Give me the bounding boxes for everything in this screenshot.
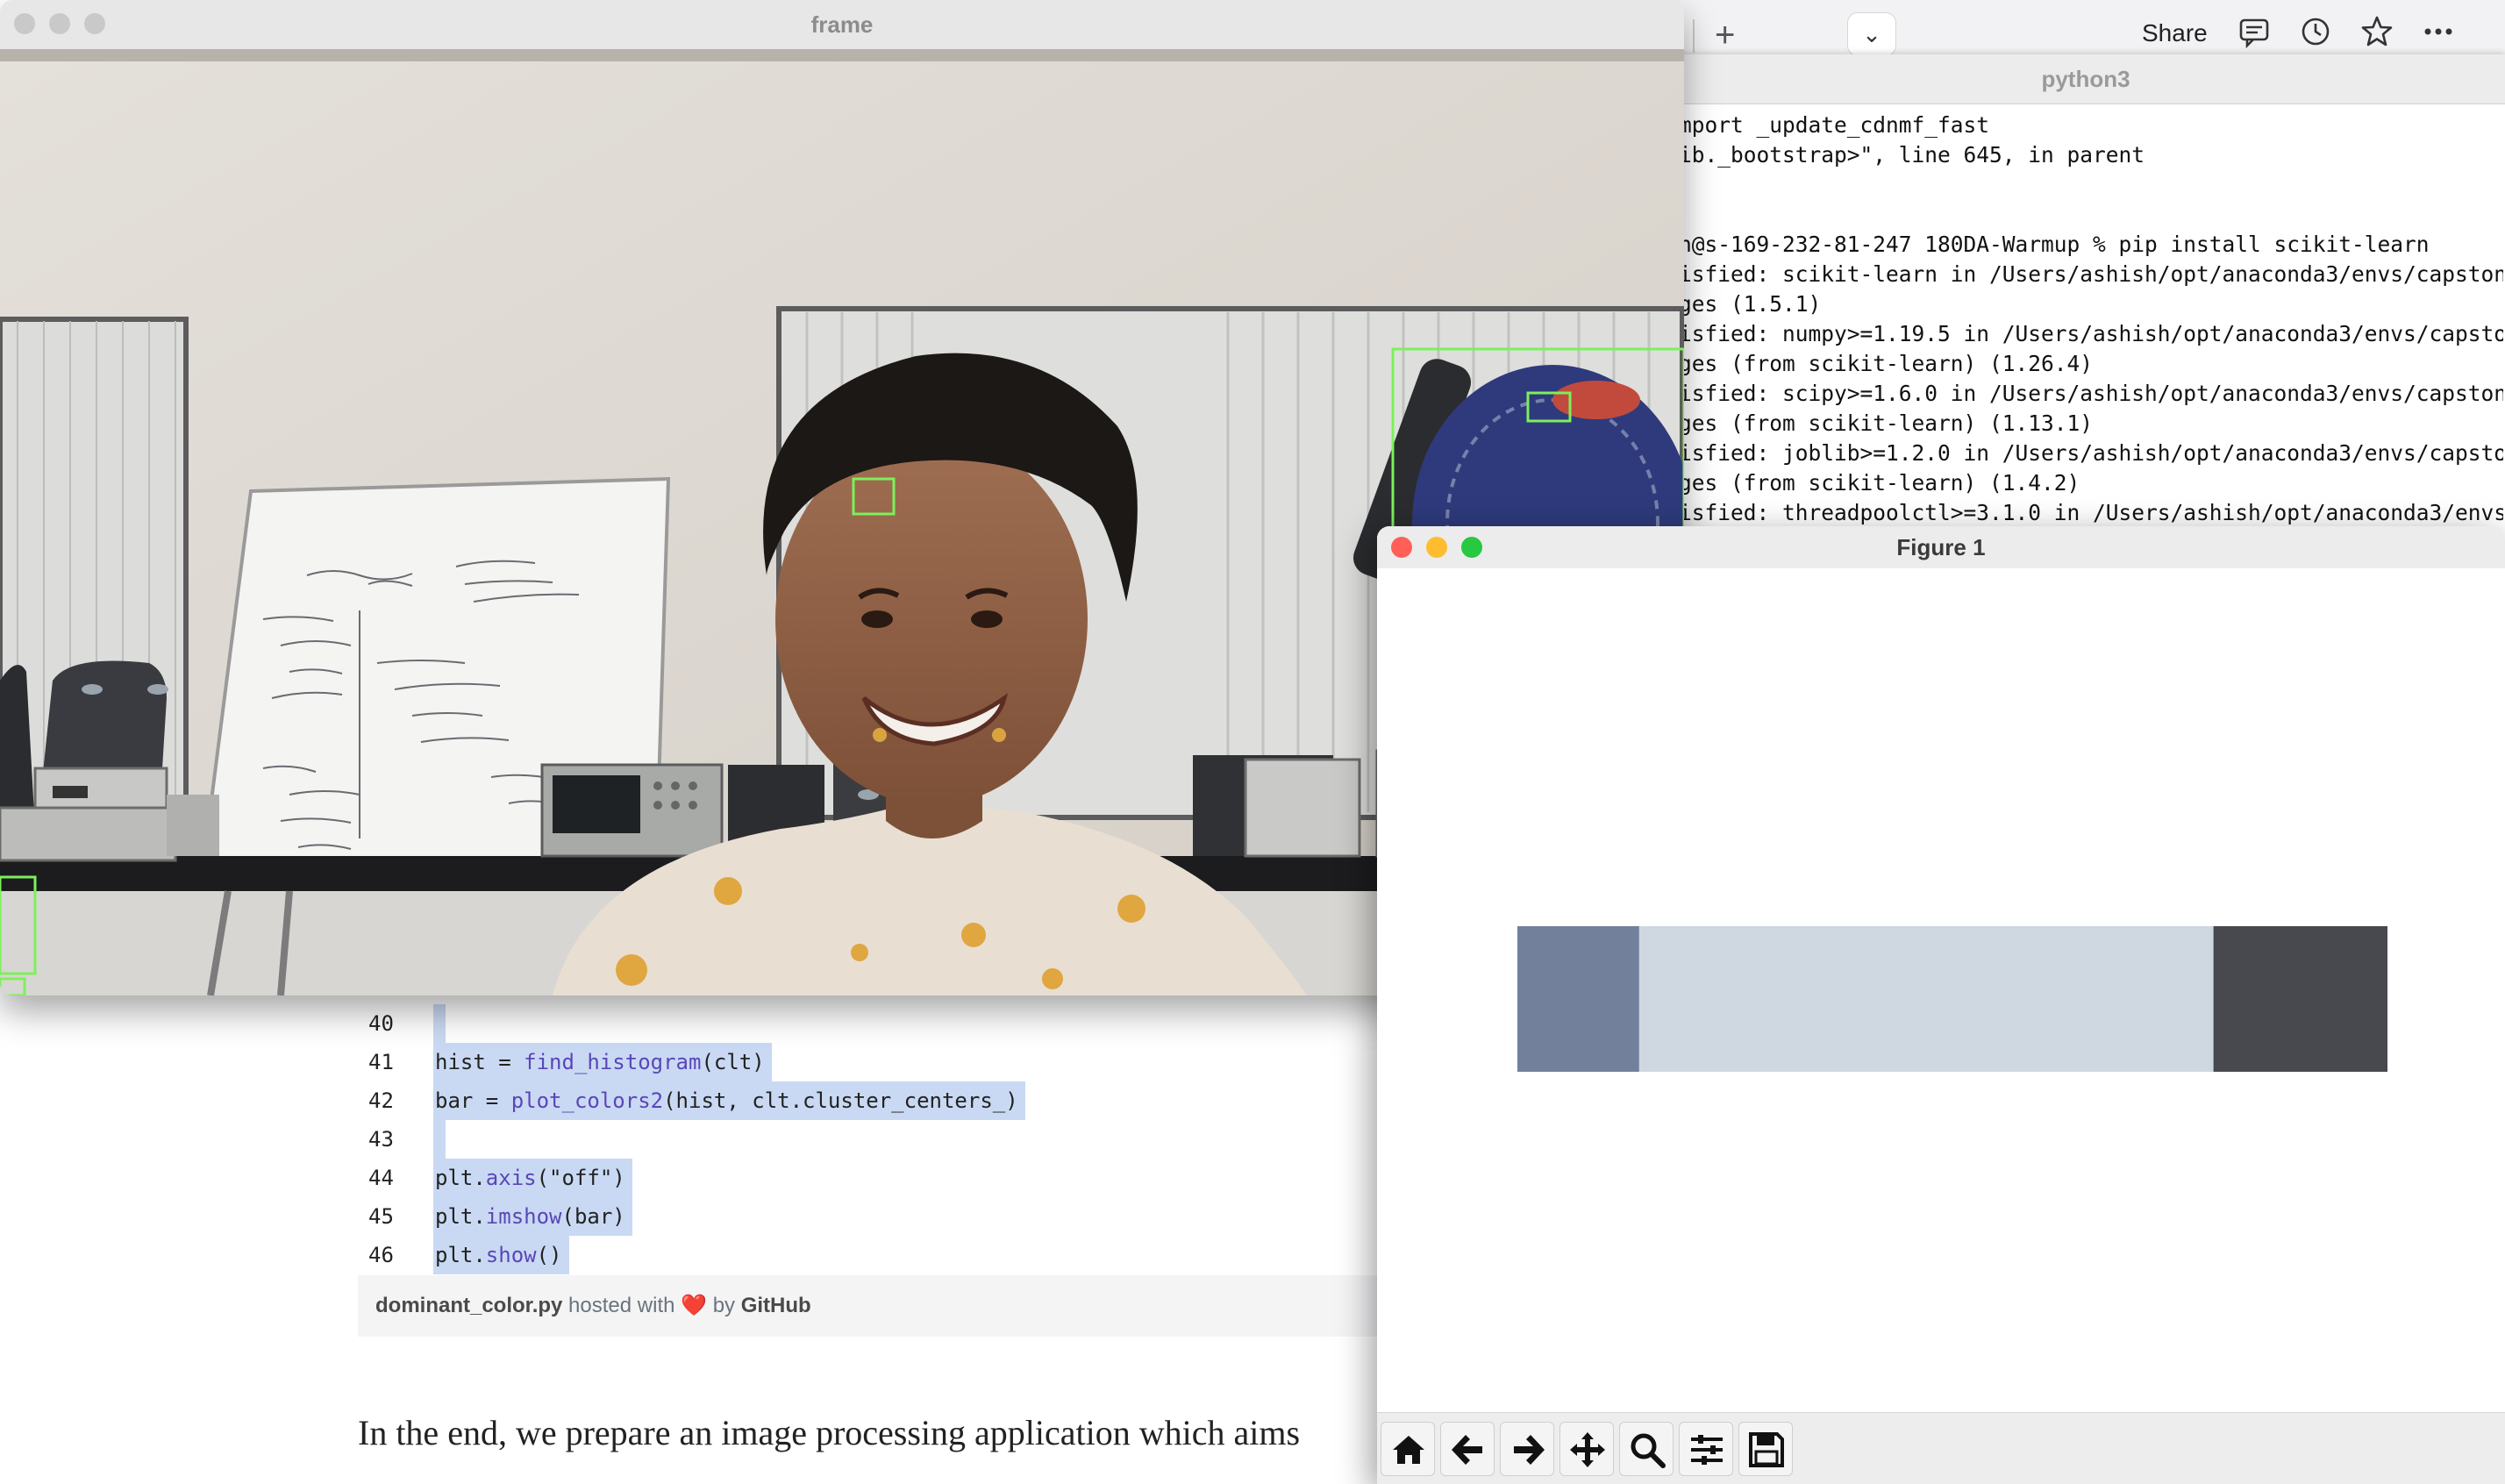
code-token: hist = [435,1050,525,1074]
tab-separator [1693,19,1695,53]
code-line: 41 hist = find_histogram(clt) [0,1043,1386,1081]
terminal-line: isfied: joblib>=1.2.0 in /Users/ashish/o… [1679,440,2503,466]
code-token: bar = [435,1088,511,1113]
figure-title: Figure 1 [1896,534,1986,560]
zoom-button[interactable] [1461,537,1482,558]
terminal-line: isfied: numpy>=1.19.5 in /Users/ashish/o… [1679,321,2503,346]
terminal-line: ib._bootstrap>", line 645, in parent [1679,142,2145,168]
minimize-button[interactable] [49,13,70,34]
close-button[interactable] [14,13,35,34]
line-number: 46 [368,1243,394,1267]
gist-hosted-with: hosted with [568,1294,675,1317]
save-icon [1749,1432,1784,1467]
figure-titlebar[interactable]: Figure 1 [1377,526,2505,569]
terminal-title: python3 [1666,54,2505,104]
gist-footer: dominant_color.py hosted with ❤️ by GitH… [358,1275,1386,1337]
chevron-down-icon: ⌄ [1862,21,1881,47]
terminal-line: n@s-169-232-81-247 180DA-Warmup % pip in… [1679,232,2430,257]
code-token: plt. [435,1166,486,1190]
back-icon [1452,1435,1482,1465]
save-button[interactable] [1738,1422,1793,1476]
line-number: 45 [368,1204,394,1229]
figure-toolbar [1377,1412,2505,1484]
home-button[interactable] [1381,1422,1435,1476]
code-line: 43 [0,1120,1386,1159]
more-icon[interactable] [2419,14,2458,53]
line-number: 43 [368,1127,394,1152]
terminal-line: isfied: scikit-learn in /Users/ashish/op… [1679,261,2503,287]
new-tab-button[interactable]: + [1715,12,1735,58]
share-button[interactable]: Share [2142,19,2208,47]
code-function: find_histogram [524,1050,702,1074]
zoom-rect-button[interactable] [1619,1422,1674,1476]
code-token: plt. [435,1204,486,1229]
terminal-output[interactable]: mport _update_cdnmf_fast ib._bootstrap>",… [1679,111,2503,549]
terminal-line: isfied: threadpoolctl>=3.1.0 in /Users/a… [1679,500,2503,525]
terminal-line: mport _update_cdnmf_fast [1679,112,1990,138]
code-token: (clt) [701,1050,765,1074]
dominant-color-bar [1517,926,2387,1072]
code-text[interactable] [433,1120,446,1159]
color-segment-1 [1517,926,1639,1072]
zoom-button[interactable] [84,13,105,34]
configure-subplots-button[interactable] [1679,1422,1733,1476]
code-line: 42 bar = plot_colors2(hist, clt.cluster_c… [0,1081,1386,1120]
terminal-line: isfied: scipy>=1.6.0 in /Users/ashish/op… [1679,381,2503,406]
terminal-window: python3 mport _update_cdnmf_fast ib._boot… [1666,54,2505,546]
code-text[interactable]: plt.axis("off") [433,1159,632,1197]
home-icon [1393,1436,1424,1464]
gist-by: by [712,1294,736,1317]
code-text[interactable]: bar = plot_colors2(hist, clt.cluster_cen… [433,1081,1025,1120]
pan-button[interactable] [1559,1422,1614,1476]
line-number: 44 [368,1166,394,1190]
github-link[interactable]: GitHub [741,1294,811,1317]
code-token: ("off") [536,1166,625,1190]
terminal-line: ges (1.5.1) [1679,291,1822,317]
figure-window: Figure 1 [1377,526,2505,1484]
pan-icon [1570,1432,1605,1467]
code-text[interactable]: plt.imshow(bar) [433,1197,632,1236]
back-button[interactable] [1440,1422,1495,1476]
code-text[interactable] [433,1004,446,1043]
code-text[interactable]: hist = find_histogram(clt) [433,1043,772,1081]
terminal-line: ges (from scikit-learn) (1.26.4) [1679,351,2094,376]
heart-icon: ❤️ [681,1294,708,1317]
configure-subplots-icon [1691,1435,1723,1465]
forward-button[interactable] [1500,1422,1554,1476]
comment-icon[interactable] [2235,14,2273,53]
frame-titlebar[interactable]: frame [0,0,1684,50]
tab-overview-button[interactable]: ⌄ [1847,12,1896,56]
terminal-line: ges (from scikit-learn) (1.4.2) [1679,470,2080,496]
code-function: plot_colors2 [510,1088,664,1113]
history-icon[interactable] [2296,14,2335,53]
code-line: 45 plt.imshow(bar) [0,1197,1386,1236]
figure-canvas[interactable] [1377,568,2505,1412]
code-line: 46 plt.show() [0,1236,1386,1274]
color-segment-3 [2213,926,2387,1072]
code-line: 40 [0,1004,1386,1043]
code-token: plt. [435,1243,486,1267]
zoom-icon [1631,1433,1666,1468]
code-text[interactable]: plt.show() [433,1236,569,1274]
code-line: 44 plt.axis("off") [0,1159,1386,1197]
terminal-line: ges (from scikit-learn) (1.13.1) [1679,410,2094,436]
close-button[interactable] [1391,537,1412,558]
line-number: 41 [368,1050,394,1074]
line-number: 40 [368,1011,394,1036]
minimize-button[interactable] [1426,537,1447,558]
line-number: 42 [368,1088,394,1113]
frame-title: frame [810,11,874,38]
star-icon[interactable] [2358,14,2396,53]
code-function: show [485,1243,537,1267]
code-function: imshow [485,1204,562,1229]
code-function: axis [485,1166,537,1190]
color-segment-2 [1638,926,2214,1072]
gist-filename[interactable]: dominant_color.py [375,1294,562,1317]
code-token: (bar) [561,1204,625,1229]
forward-icon [1514,1435,1545,1465]
code-token: () [536,1243,562,1267]
code-token: (hist, clt.cluster_centers_) [663,1088,1018,1113]
